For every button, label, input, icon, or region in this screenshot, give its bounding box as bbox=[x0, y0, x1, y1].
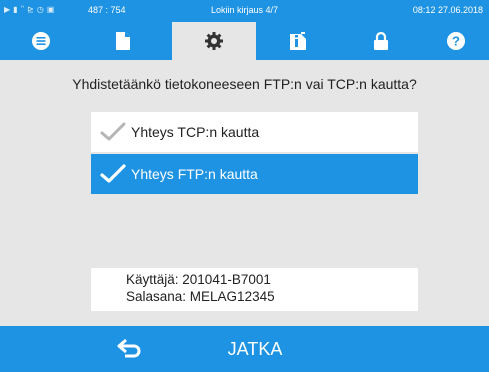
credentials-user: Käyttäjä: 201041-B7001 bbox=[126, 272, 271, 287]
option-ftp[interactable]: Yhteys FTP:n kautta bbox=[91, 154, 418, 194]
credentials-password: Salasana: MELAG12345 bbox=[126, 289, 275, 304]
file-icon bbox=[116, 32, 130, 50]
tab-info[interactable] bbox=[256, 22, 340, 60]
tab-help[interactable]: ? bbox=[422, 22, 489, 60]
svg-text:?: ? bbox=[452, 34, 460, 49]
option-tcp[interactable]: Yhteys TCP:n kautta bbox=[91, 112, 418, 152]
tab-menu[interactable] bbox=[0, 22, 82, 60]
check-icon bbox=[100, 164, 126, 184]
tab-file[interactable] bbox=[82, 22, 164, 60]
continue-button[interactable]: JATKA bbox=[210, 326, 300, 372]
credentials-box: Käyttäjä: 201041-B7001 Salasana: MELAG12… bbox=[91, 268, 418, 311]
status-bar: ▶ ▮ ʼʼ ⊵ ◷ ▣ 487 : 754 Lokiin kirjaus 4/… bbox=[0, 0, 489, 22]
status-datetime: 08:12 27.06.2018 bbox=[412, 5, 483, 15]
help-icon: ? bbox=[446, 32, 465, 50]
check-icon bbox=[100, 122, 126, 142]
option-ftp-label: Yhteys FTP:n kautta bbox=[131, 166, 258, 182]
tab-lock[interactable] bbox=[340, 22, 422, 60]
gear-icon bbox=[205, 32, 223, 50]
list-icon bbox=[32, 32, 50, 50]
bottom-bar: JATKA bbox=[0, 326, 489, 372]
back-button[interactable] bbox=[110, 334, 150, 364]
tab-settings[interactable] bbox=[172, 22, 256, 60]
back-arrow-icon bbox=[117, 338, 141, 358]
info-document-icon bbox=[290, 32, 306, 50]
tab-bar: ? bbox=[0, 22, 489, 60]
lock-icon bbox=[374, 32, 388, 50]
option-tcp-label: Yhteys TCP:n kautta bbox=[131, 124, 260, 140]
dialog-question: Yhdistetäänkö tietokoneeseen FTP:n vai T… bbox=[72, 76, 417, 92]
